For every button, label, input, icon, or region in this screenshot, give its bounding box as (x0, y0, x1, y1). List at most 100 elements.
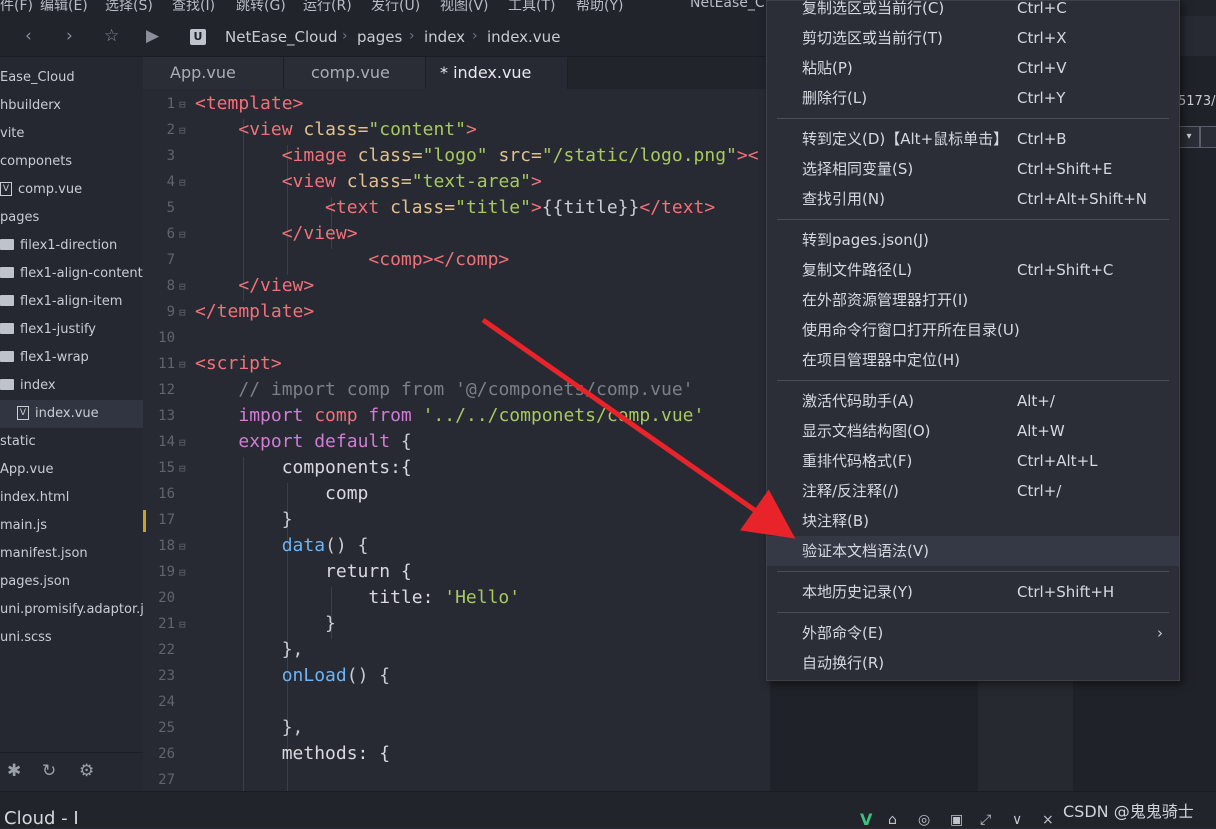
code-line[interactable]: </template> (195, 301, 314, 322)
back-icon[interactable]: ‹ (25, 26, 32, 46)
fold-toggle-icon[interactable]: ⊟ (179, 98, 186, 111)
tree-item[interactable]: vite (0, 120, 143, 148)
menu-item[interactable]: 件(F) (0, 0, 33, 15)
menu-item[interactable]: 查找(I) (172, 0, 215, 15)
context-menu-item[interactable]: 块注释(B) (767, 506, 1179, 536)
context-menu-item[interactable]: 转到pages.json(J) (767, 225, 1179, 255)
folder-item[interactable]: flex1-justify (0, 316, 143, 344)
folder-item[interactable]: flex1-align-item (0, 288, 143, 316)
code-line[interactable]: <view class="content"> (195, 119, 476, 140)
context-menu-item[interactable]: 复制选区或当前行(C) Ctrl+C (767, 0, 1179, 23)
menu-item[interactable]: 发行(U) (371, 0, 420, 15)
tree-item[interactable]: hbuilderx (0, 92, 143, 120)
run-icon[interactable]: ▶︎ (146, 26, 159, 46)
code-line[interactable]: </view> (195, 275, 314, 296)
tree-item[interactable]: main.js (0, 512, 143, 540)
context-menu-item[interactable]: 显示文档结构图(O) Alt+W (767, 416, 1179, 446)
file-item[interactable]: Vindex.vue (0, 400, 143, 428)
preview-url[interactable]: 5173/# (1178, 94, 1216, 109)
code-line[interactable]: export default { (195, 431, 411, 452)
code-line[interactable]: data() { (195, 535, 369, 556)
fold-toggle-icon[interactable]: ⊟ (179, 566, 186, 579)
eye-icon[interactable]: ◎ (918, 812, 930, 828)
fold-toggle-icon[interactable]: ⊟ (179, 358, 186, 371)
terminal-icon[interactable]: ▣ (950, 812, 963, 828)
star-icon[interactable]: ☆ (104, 26, 119, 46)
context-menu-item[interactable]: 外部命令(E) › (767, 618, 1179, 648)
code-line[interactable]: comp (195, 483, 368, 504)
folder-item[interactable]: index (0, 372, 143, 400)
expand-icon[interactable]: ⤢ (980, 812, 991, 828)
context-menu-item[interactable]: 转到定义(D)【Alt+鼠标单击】 Ctrl+B (767, 124, 1179, 154)
preview-checkbox[interactable] (1200, 126, 1216, 148)
code-line[interactable]: <comp></comp> (195, 249, 509, 270)
breadcrumb-pages[interactable]: pages (357, 28, 402, 46)
context-menu-item[interactable]: 粘贴(P) Ctrl+V (767, 53, 1179, 83)
context-menu-item[interactable]: 复制文件路径(L) Ctrl+Shift+C (767, 255, 1179, 285)
code-line[interactable]: } (195, 509, 293, 530)
code-line[interactable]: onLoad() { (195, 665, 390, 686)
fold-toggle-icon[interactable]: ⊟ (179, 280, 186, 293)
fold-toggle-icon[interactable]: ⊟ (179, 124, 186, 137)
context-menu-item[interactable]: 在外部资源管理器打开(I) (767, 285, 1179, 315)
code-line[interactable]: import comp from '../../componets/comp.v… (195, 405, 704, 426)
chevron-down-icon[interactable]: ▾ (1178, 126, 1200, 148)
menu-item[interactable]: 跳转(G) (236, 0, 286, 15)
fold-toggle-icon[interactable]: ⊟ (179, 540, 186, 553)
file-item[interactable]: Vcomp.vue (0, 176, 143, 204)
context-menu-item[interactable]: 选择相同变量(S) Ctrl+Shift+E (767, 154, 1179, 184)
code-line[interactable]: return { (195, 561, 412, 582)
tree-item[interactable]: uni.promisify.adaptor.js (0, 596, 143, 624)
context-menu-item[interactable]: 删除行(L) Ctrl+Y (767, 83, 1179, 113)
chevron-down-icon[interactable]: ∨ (1012, 812, 1022, 828)
context-menu-item[interactable]: 本地历史记录(Y) Ctrl+Shift+H (767, 577, 1179, 607)
fold-toggle-icon[interactable]: ⊟ (179, 436, 186, 449)
tree-item[interactable]: componets (0, 148, 143, 176)
breadcrumb-project[interactable]: NetEase_Cloud (225, 28, 337, 46)
fold-toggle-icon[interactable]: ⊟ (179, 618, 186, 631)
menu-item[interactable]: 视图(V) (440, 0, 489, 15)
tree-item[interactable]: pages (0, 204, 143, 232)
fold-toggle-icon[interactable]: ⊟ (179, 228, 186, 241)
context-menu-item[interactable]: 自动换行(R) (767, 648, 1179, 678)
context-menu-item[interactable]: 使用命令行窗口打开所在目录(U) (767, 315, 1179, 345)
breadcrumb-file[interactable]: index.vue (487, 28, 560, 46)
code-line[interactable]: </view> (195, 223, 358, 244)
code-line[interactable]: methods: { (195, 743, 390, 764)
lock-icon[interactable]: ⌂ (888, 812, 897, 828)
context-menu-item[interactable]: 验证本文档语法(V) (767, 536, 1179, 566)
tree-item[interactable]: uni.scss (0, 624, 143, 652)
code-line[interactable]: } (195, 613, 336, 634)
code-line[interactable]: components:{ (195, 457, 412, 478)
git-refresh-icon[interactable]: ↻ (42, 761, 56, 781)
tab-comp-vue[interactable]: comp.vue (284, 57, 426, 89)
debug-bug-icon[interactable]: ✱ (7, 761, 21, 781)
folder-item[interactable]: filex1-direction (0, 232, 143, 260)
folder-item[interactable]: flex1-align-content (0, 260, 143, 288)
context-menu-item[interactable]: 激活代码助手(A) Alt+/ (767, 386, 1179, 416)
breadcrumb-index[interactable]: index (424, 28, 465, 46)
tree-item[interactable]: App.vue (0, 456, 143, 484)
menu-item[interactable]: 编辑(E) (40, 0, 88, 15)
tab-index-vue[interactable]: * index.vue (426, 57, 568, 89)
code-line[interactable]: <template> (195, 93, 303, 114)
code-line[interactable]: }, (195, 639, 304, 660)
tree-item[interactable]: pages.json (0, 568, 143, 596)
tree-item[interactable]: manifest.json (0, 540, 143, 568)
forward-icon[interactable]: › (66, 26, 73, 46)
code-line[interactable]: <view class="text-area"> (195, 171, 542, 192)
code-line[interactable]: <text class="title">{{title}}</text> (195, 197, 715, 218)
menu-item[interactable]: 工具(T) (508, 0, 555, 15)
fold-toggle-icon[interactable]: ⊟ (179, 176, 186, 189)
context-menu-item[interactable]: 剪切选区或当前行(T) Ctrl+X (767, 23, 1179, 53)
fold-toggle-icon[interactable]: ⊟ (179, 306, 186, 319)
folder-item[interactable]: flex1-wrap (0, 344, 143, 372)
context-menu-item[interactable]: 在项目管理器中定位(H) (767, 345, 1179, 375)
tree-item[interactable]: Ease_Cloud (0, 64, 143, 92)
vue-badge[interactable]: V (860, 810, 872, 829)
code-editor[interactable]: 1 ⊟ <template> 2 ⊟ <view class="content"> 3 <… (143, 89, 770, 791)
code-line[interactable]: // import comp from '@/componets/comp.vu… (195, 379, 693, 400)
menu-item[interactable]: 运行(R) (303, 0, 352, 15)
close-icon[interactable]: × (1042, 812, 1054, 828)
code-line[interactable]: <script> (195, 353, 282, 374)
